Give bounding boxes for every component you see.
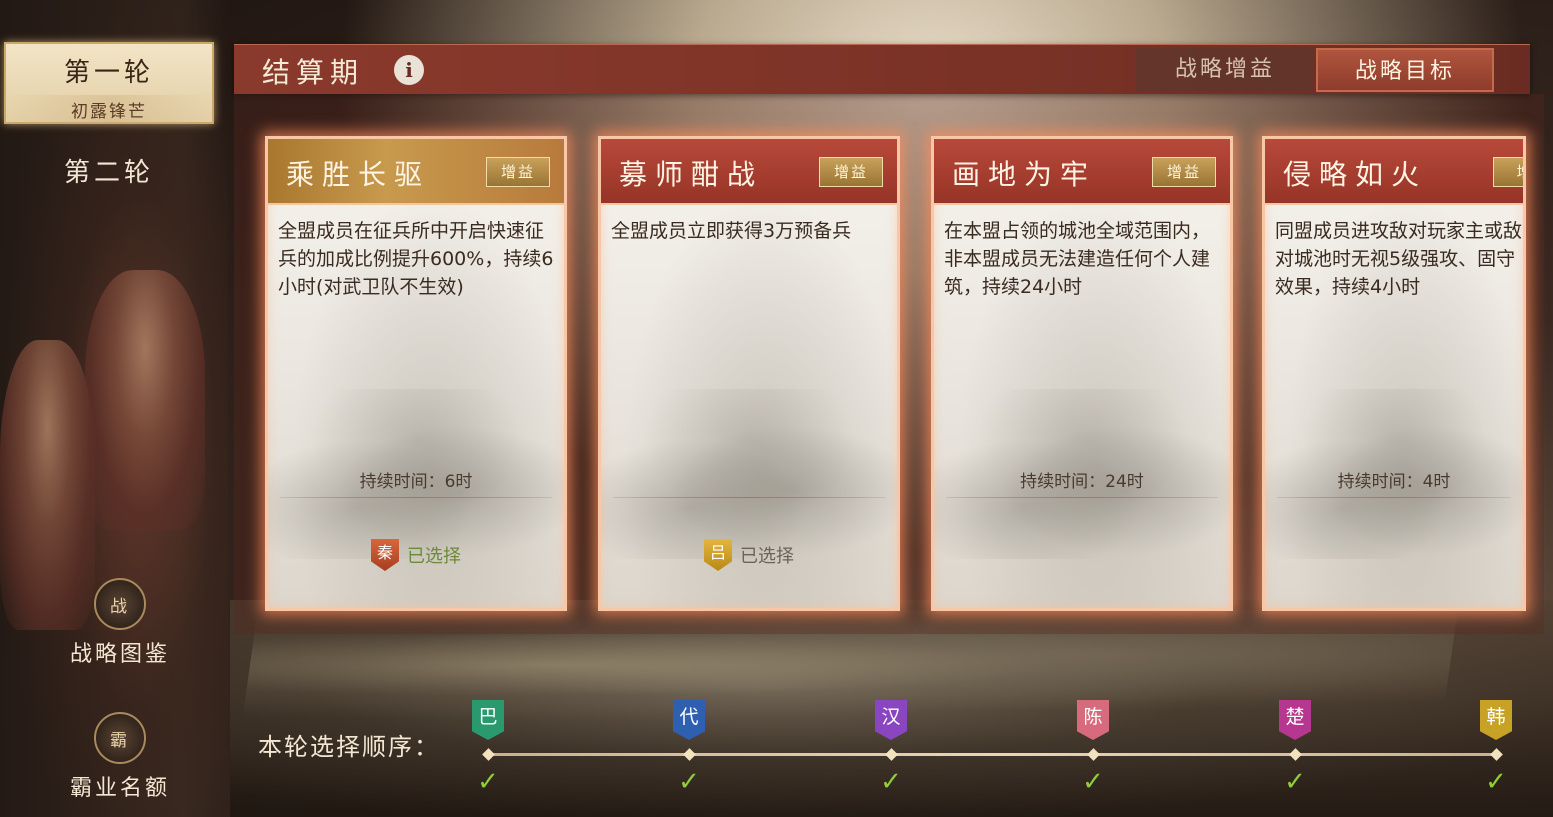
card-title: 画地为牢: [952, 158, 1097, 191]
selected-label: 已选择: [407, 546, 461, 567]
checkmark-icon: ✓: [1082, 767, 1104, 797]
hegemony-quota-button[interactable]: 霸 霸业名额: [40, 712, 200, 802]
selected-status: 秦已选择: [268, 539, 564, 571]
selection-order-timeline: [486, 753, 1498, 756]
banner-icon: 霸: [94, 712, 146, 764]
order-node-hann: 韩 ✓: [1476, 700, 1516, 800]
strategy-card-1[interactable]: 乘胜长驱 增益 全盟成员在征兵所中开启快速征兵的加成比例提升600%，持续6小时…: [265, 136, 567, 611]
card-description: 同盟成员进攻敌对玩家主或敌对城池时无视5级强攻、固守效果，持续4小时: [1275, 220, 1523, 298]
card-divider: [280, 497, 552, 498]
buff-tag: 增益: [486, 157, 550, 187]
checkmark-icon: ✓: [477, 767, 499, 797]
strategy-card-4[interactable]: 侵略如火 增 同盟成员进攻敌对玩家主或敌对城池时无视5级强攻、固守效果，持续4小…: [1262, 136, 1526, 611]
timeline-dot: [1489, 748, 1503, 761]
round-1-title: 第一轮: [63, 58, 154, 88]
cards-icon: 战: [94, 578, 146, 630]
timeline-dot: [481, 748, 495, 761]
page-title: 结算期: [262, 56, 365, 89]
strategy-card-3[interactable]: 画地为牢 增益 在本盟占领的城池全域范围内，非本盟成员无法建造任何个人建筑，持续…: [931, 136, 1233, 611]
checkmark-icon: ✓: [1485, 767, 1507, 797]
faction-lv-icon: 吕: [704, 539, 732, 571]
order-node-chen: 陈 ✓: [1073, 700, 1113, 800]
order-node-chu: 楚 ✓: [1275, 700, 1315, 800]
strategy-codex-button[interactable]: 战 战略图鉴: [40, 578, 200, 668]
timeline-dot: [682, 748, 696, 761]
settlement-header: 结算期 i 战略增益 战略目标: [234, 44, 1530, 94]
card-duration: 持续时间：24时: [1020, 472, 1144, 492]
card-description: 在本盟占领的城池全域范围内，非本盟成员无法建造任何个人建筑，持续24小时: [944, 220, 1211, 298]
timeline-dot: [1086, 748, 1100, 761]
buff-tag: 增益: [1152, 157, 1216, 187]
faction-hann-flag-icon: 韩: [1480, 700, 1512, 740]
tab-strategy-buff[interactable]: 战略增益: [1136, 48, 1314, 92]
card-title: 募师酣战: [619, 158, 764, 191]
faction-han-flag-icon: 汉: [875, 700, 907, 740]
card-duration: 持续时间：4时: [1337, 472, 1451, 492]
card-header: 画地为牢 增益: [934, 139, 1230, 205]
tab-round-1[interactable]: 第一轮 初露锋芒: [4, 42, 214, 124]
info-icon[interactable]: i: [394, 55, 424, 85]
faction-dai-flag-icon: 代: [673, 700, 705, 740]
order-node-ba: 巴 ✓: [468, 700, 508, 800]
card-divider: [613, 497, 885, 498]
strategy-card-2[interactable]: 募师酣战 增益 全盟成员立即获得3万预备兵 吕已选择: [598, 136, 900, 611]
card-divider: [946, 497, 1218, 498]
buff-tag: 增: [1493, 157, 1523, 187]
card-title: 乘胜长驱: [286, 158, 431, 191]
cavalry-illustration: [601, 389, 897, 559]
checkmark-icon: ✓: [1284, 767, 1306, 797]
order-node-han: 汉 ✓: [871, 700, 911, 800]
selected-label: 已选择: [740, 546, 794, 567]
tab-round-2[interactable]: 第二轮: [4, 146, 214, 196]
card-header: 乘胜长驱 增益: [268, 139, 564, 205]
card-title: 侵略如火: [1283, 158, 1428, 191]
buff-tag: 增益: [819, 157, 883, 187]
card-duration: 持续时间：6时: [359, 472, 473, 492]
card-header: 侵略如火 增: [1265, 139, 1523, 205]
advisor-figure: [85, 270, 205, 530]
strategy-codex-label: 战略图鉴: [69, 642, 170, 667]
selection-order-label: 本轮选择顺序：: [258, 733, 440, 761]
round-1-subtitle: 初露锋芒: [6, 95, 212, 124]
faction-chen-flag-icon: 陈: [1077, 700, 1109, 740]
card-header: 募师酣战 增益: [601, 139, 897, 205]
checkmark-icon: ✓: [678, 767, 700, 797]
timeline-dot: [1288, 748, 1302, 761]
checkmark-icon: ✓: [880, 767, 902, 797]
sidebar: 第一轮 初露锋芒 第二轮 战 战略图鉴 霸 霸业名额: [0, 0, 228, 817]
tab-strategy-goal[interactable]: 战略目标: [1316, 48, 1494, 92]
selected-status: 吕已选择: [601, 539, 897, 571]
faction-chu-flag-icon: 楚: [1279, 700, 1311, 740]
card-description: 全盟成员立即获得3万预备兵: [611, 220, 852, 242]
order-node-dai: 代 ✓: [669, 700, 709, 800]
hegemony-quota-label: 霸业名额: [69, 776, 170, 801]
timeline-dot: [884, 748, 898, 761]
card-divider: [1277, 497, 1511, 498]
faction-qin-icon: 秦: [371, 539, 399, 571]
faction-ba-flag-icon: 巴: [472, 700, 504, 740]
card-description: 全盟成员在征兵所中开启快速征兵的加成比例提升600%，持续6小时(对武卫队不生效…: [278, 220, 554, 298]
